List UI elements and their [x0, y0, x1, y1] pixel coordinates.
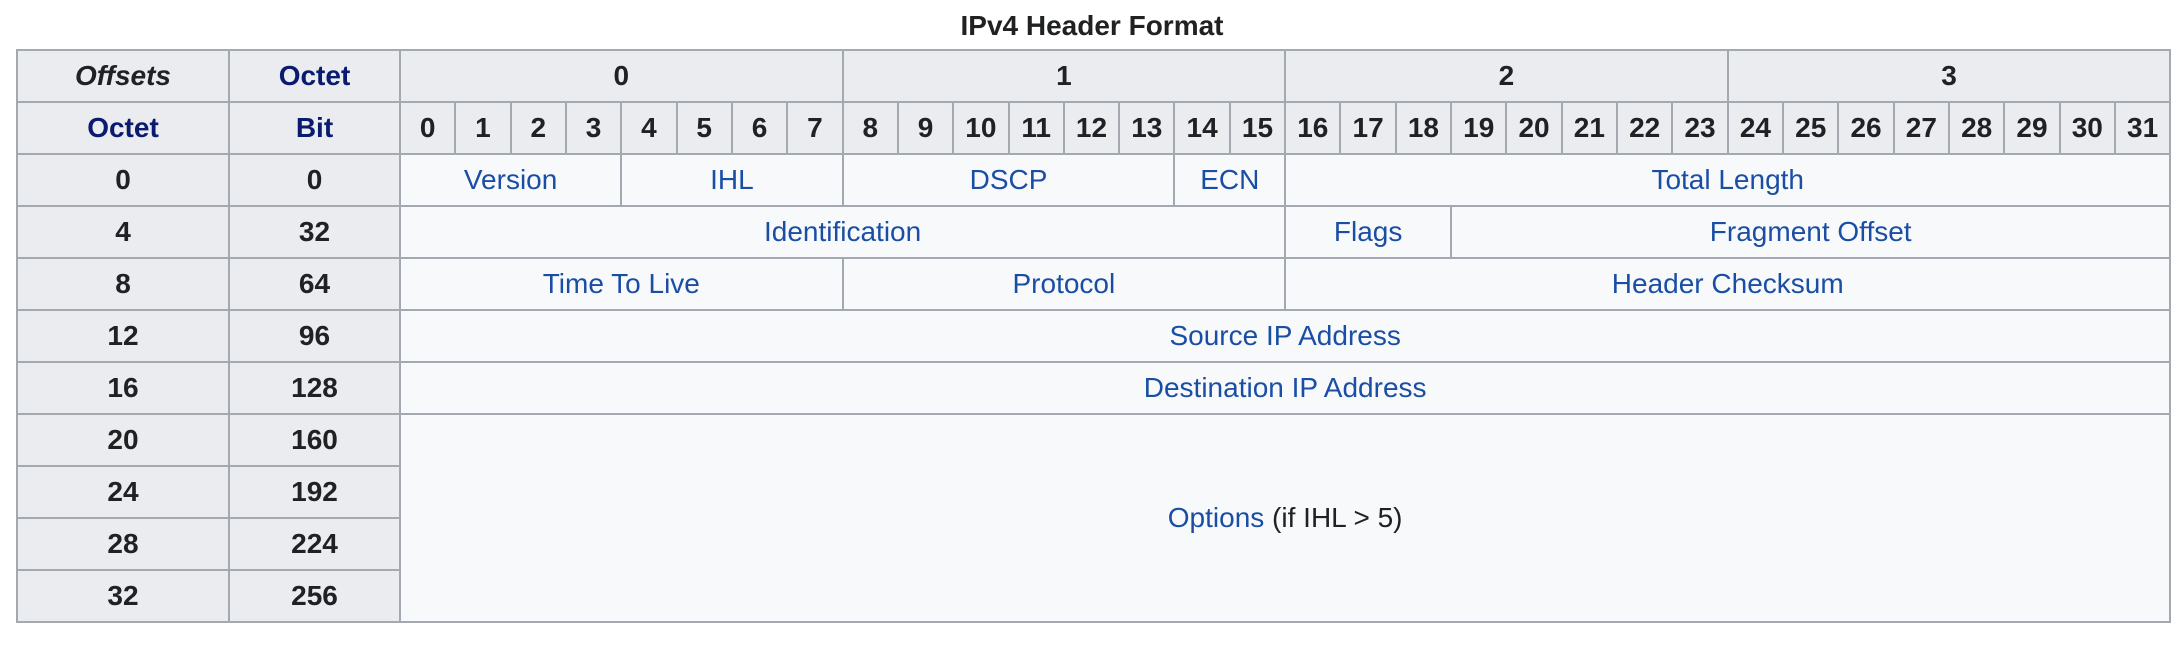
row-octet-offset: 4: [16, 205, 230, 259]
octet-header: Octet: [228, 49, 401, 103]
bit-number-19: 19: [1450, 101, 1508, 155]
bit-number-4: 4: [620, 101, 678, 155]
table-row: 20 160 Options (if IHL > 5): [16, 413, 2172, 623]
options-field-cell: Options (if IHL > 5): [398, 413, 2172, 623]
octet-number-3: 3: [1726, 49, 2172, 103]
table-row: 12 96 Source IP Address: [16, 309, 2172, 363]
header-field-cell: Total Length: [1284, 153, 2172, 207]
row-bit-offset: 128: [228, 361, 401, 415]
header-field-cell: Header Checksum: [1284, 257, 2172, 311]
bit-number-9: 9: [896, 101, 955, 155]
header-field-cell: Flags: [1284, 205, 1453, 259]
bit-number-17: 17: [1339, 101, 1397, 155]
bit-number-2: 2: [509, 101, 567, 155]
header-field-cell: Time To Live: [399, 257, 844, 311]
row-octet-offset: 32: [16, 569, 230, 623]
header-field-cell: Fragment Offset: [1450, 205, 2172, 259]
bit-number-6: 6: [730, 101, 789, 155]
bit-number-31: 31: [2113, 101, 2172, 155]
bit-number-1: 1: [454, 101, 512, 155]
bit-number-16: 16: [1284, 101, 1342, 155]
octet-number-0: 0: [399, 49, 844, 103]
header-field-link[interactable]: Identification: [764, 216, 921, 247]
header-field-link[interactable]: IHL: [710, 164, 754, 195]
header-field-link[interactable]: Time To Live: [543, 268, 700, 299]
header-field-cell: DSCP: [841, 153, 1176, 207]
header-row-octets: Offsets Octet 0 1 2 3: [16, 49, 2172, 103]
header-field-link[interactable]: Fragment Offset: [1710, 216, 1912, 247]
header-field-link[interactable]: Protocol: [1013, 268, 1116, 299]
header-field-link[interactable]: Version: [464, 164, 557, 195]
bit-number-15: 15: [1228, 101, 1287, 155]
offsets-header: Offsets: [16, 49, 230, 103]
header-field-link[interactable]: Source IP Address: [1169, 320, 1400, 351]
row-bit-offset: 0: [228, 153, 401, 207]
row-bit-offset: 160: [228, 413, 401, 467]
octet-number-1: 1: [841, 49, 1287, 103]
header-field-link[interactable]: Total Length: [1651, 164, 1804, 195]
bit-number-26: 26: [1837, 101, 1895, 155]
bit-number-0: 0: [398, 101, 457, 155]
bit-number-21: 21: [1560, 101, 1619, 155]
bit-number-10: 10: [952, 101, 1010, 155]
row-bit-offset: 192: [228, 465, 401, 519]
header-row-bits: Octet Bit 0 1 2 3 4 5 6 7 8 9 10 11 12 13 14 15 16 17 18 19…: [16, 101, 2172, 155]
table-row: 16 128 Destination IP Address: [16, 361, 2172, 415]
bit-number-20: 20: [1505, 101, 1563, 155]
octet-number-2: 2: [1284, 49, 1729, 103]
bit-number-13: 13: [1118, 101, 1176, 155]
bit-number-7: 7: [786, 101, 844, 155]
row-octet-offset: 24: [16, 465, 230, 519]
page: IPv4 Header Format Offsets Octet 0 1 2 3…: [0, 0, 2180, 662]
bit-number-30: 30: [2058, 101, 2116, 155]
row-bit-offset: 256: [228, 569, 401, 623]
table-caption: IPv4 Header Format: [960, 10, 1224, 41]
octet-column-header: Octet: [16, 101, 230, 155]
bit-number-3: 3: [564, 101, 623, 155]
bit-number-12: 12: [1062, 101, 1121, 155]
row-bit-offset: 224: [228, 517, 401, 571]
bit-number-14: 14: [1173, 101, 1231, 155]
ipv4-header-table: Offsets Octet 0 1 2 3 Octet Bit 01234567…: [16, 49, 2172, 623]
bit-column-header: Bit: [228, 101, 401, 155]
row-octet-offset: 8: [16, 257, 230, 311]
header-field-link[interactable]: DSCP: [970, 164, 1048, 195]
row-bit-offset: 96: [228, 309, 401, 363]
bit-number-27: 27: [1892, 101, 1950, 155]
bit-number-5: 5: [675, 101, 733, 155]
header-field-cell: ECN: [1173, 153, 1287, 207]
bit-number-8: 8: [841, 101, 899, 155]
row-octet-offset: 16: [16, 361, 230, 415]
options-note: (if IHL > 5): [1264, 502, 1403, 533]
header-field-cell: Destination IP Address: [398, 361, 2172, 415]
bit-number-28: 28: [1947, 101, 2006, 155]
bit-number-23: 23: [1671, 101, 1729, 155]
header-field-link[interactable]: Destination IP Address: [1144, 372, 1427, 403]
header-field-cell: Source IP Address: [398, 309, 2172, 363]
bit-number-18: 18: [1394, 101, 1453, 155]
header-field-cell: Identification: [398, 205, 1287, 259]
row-octet-offset: 28: [16, 517, 230, 571]
table-row: 0 0 Version IHL DSCP ECN Total Length: [16, 153, 2172, 207]
row-bit-offset: 64: [228, 257, 401, 311]
row-bit-offset: 32: [228, 205, 401, 259]
table-row: 8 64 Time To Live Protocol Header Checksum: [16, 257, 2172, 311]
row-octet-offset: 20: [16, 413, 230, 467]
bit-number-24: 24: [1726, 101, 1785, 155]
header-field-cell: IHL: [620, 153, 844, 207]
table-row: 4 32 Identification Flags Fragment Offset: [16, 205, 2172, 259]
bit-number-22: 22: [1616, 101, 1674, 155]
bit-number-11: 11: [1007, 101, 1065, 155]
header-field-link[interactable]: Flags: [1334, 216, 1402, 247]
header-field-link[interactable]: ECN: [1200, 164, 1259, 195]
bit-number-25: 25: [1782, 101, 1840, 155]
options-link[interactable]: Options: [1168, 502, 1265, 533]
bit-number-29: 29: [2003, 101, 2061, 155]
header-field-link[interactable]: Header Checksum: [1612, 268, 1844, 299]
row-octet-offset: 0: [16, 153, 230, 207]
table-body: Offsets Octet 0 1 2 3 Octet Bit 01234567…: [16, 49, 2172, 623]
row-octet-offset: 12: [16, 309, 230, 363]
header-field-cell: Protocol: [841, 257, 1287, 311]
header-field-cell: Version: [398, 153, 623, 207]
